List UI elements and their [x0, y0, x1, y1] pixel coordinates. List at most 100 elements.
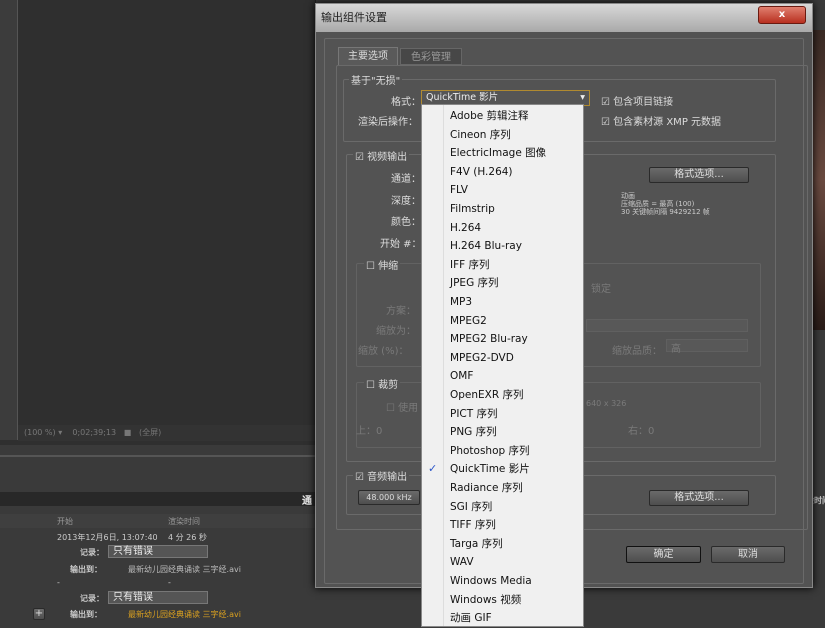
- stretch-percent-label: 缩放 (%)：: [358, 346, 409, 357]
- zoom-select[interactable]: (100 %): [24, 428, 56, 437]
- left-tool-strip: [0, 0, 18, 440]
- menu-item[interactable]: Adobe 剪辑注释: [422, 107, 583, 126]
- menu-item-label: F4V (H.264): [450, 165, 513, 178]
- format-value: QuickTime 影片: [426, 92, 499, 103]
- menu-item-label: IFF 序列: [450, 258, 490, 271]
- use-roi-checkbox[interactable]: ☐ 使用: [386, 399, 418, 414]
- log-select[interactable]: 只有错误: [108, 591, 208, 604]
- stretch-quality-select[interactable]: 高: [666, 339, 748, 355]
- post-render-label: 渲染后操作：: [358, 117, 418, 128]
- log-label: 记录：: [80, 548, 104, 557]
- menu-item[interactable]: MP3: [422, 293, 583, 312]
- menu-item[interactable]: ElectricImage 图像: [422, 144, 583, 163]
- checkbox-label: 使用: [398, 403, 419, 414]
- menu-item[interactable]: H.264: [422, 219, 583, 238]
- timecode[interactable]: 0;02;39;13: [72, 428, 116, 437]
- menu-item-label: Windows 视频: [450, 593, 522, 606]
- tab-color-management[interactable]: 色彩管理: [400, 48, 462, 65]
- lock-checkbox[interactable]: 锁定: [591, 280, 611, 295]
- menu-item[interactable]: Photoshop 序列: [422, 442, 583, 461]
- menu-item[interactable]: JPEG 序列: [422, 274, 583, 293]
- menu-item-label: MPEG2: [450, 314, 487, 327]
- info-line: 30 关键帧间隔 9429212 帧: [621, 208, 710, 216]
- crop-top[interactable]: 上：0: [356, 422, 382, 437]
- menu-item[interactable]: OpenEXR 序列: [422, 386, 583, 405]
- queue-columns: 开始 渲染时间: [0, 514, 316, 528]
- menu-item[interactable]: Windows 视频: [422, 591, 583, 610]
- menu-item-label: Adobe 剪辑注释: [450, 110, 529, 122]
- tab-main-options[interactable]: 主要选项: [338, 47, 398, 65]
- menu-item[interactable]: H.264 Blu-ray: [422, 237, 583, 256]
- menu-item[interactable]: IFF 序列: [422, 256, 583, 275]
- menu-item[interactable]: OMF: [422, 367, 583, 386]
- output-file-link[interactable]: 最新幼儿园经典诵读 三字经.avi: [128, 609, 241, 620]
- menu-item-label: MP3: [450, 296, 473, 308]
- menu-item[interactable]: WAV: [422, 553, 583, 572]
- checkbox-label: 视频输出: [367, 152, 408, 163]
- audio-format-options-button[interactable]: 格式选项...: [649, 490, 749, 506]
- camera-icon[interactable]: ■: [124, 428, 132, 437]
- menu-item[interactable]: Windows Media: [422, 572, 583, 591]
- video-output-checkbox[interactable]: ☑ 视频输出: [353, 148, 410, 163]
- log-select[interactable]: 只有错误: [108, 545, 208, 558]
- col-start[interactable]: 开始: [57, 516, 73, 527]
- menu-item[interactable]: PNG 序列: [422, 423, 583, 442]
- stretch-to-select[interactable]: [586, 319, 748, 332]
- output-label: 输出到：: [70, 565, 102, 574]
- sample-rate-select[interactable]: 48.000 kHz: [358, 490, 420, 505]
- checkbox-label: 包含素材源 XMP 元数据: [613, 117, 722, 128]
- menu-item-label: Photoshop 序列: [450, 444, 530, 457]
- crop-right[interactable]: 右：0: [628, 422, 654, 437]
- menu-item[interactable]: TIFF 序列: [422, 516, 583, 535]
- start-time: 2013年12月6日, 13:07:40: [57, 533, 158, 542]
- menu-item-label: PICT 序列: [450, 407, 498, 420]
- based-on-label: 基于"无损": [349, 72, 403, 87]
- stretch-quality-label: 缩放品质：: [612, 346, 662, 357]
- menu-item[interactable]: MPEG2: [422, 312, 583, 331]
- menu-item-label: PNG 序列: [450, 426, 497, 439]
- view-select[interactable]: (全屏): [139, 428, 161, 437]
- include-xmp-checkbox[interactable]: ☑ 包含素材源 XMP 元数据: [601, 113, 721, 128]
- checkbox-label: 裁剪: [378, 380, 399, 391]
- video-format-options-button[interactable]: 格式选项...: [649, 167, 749, 183]
- menu-item-label: H.264 Blu-ray: [450, 240, 522, 253]
- stretch-checkbox[interactable]: ☐ 伸缩: [364, 257, 401, 272]
- menu-item[interactable]: MPEG2 Blu-ray: [422, 330, 583, 349]
- menu-item-label: Windows Media: [450, 575, 532, 587]
- menu-item[interactable]: FLV: [422, 181, 583, 200]
- checkbox-label: 包含项目链接: [613, 97, 674, 108]
- menu-item-label: Cineon 序列: [450, 128, 511, 141]
- start-time: -: [57, 578, 60, 587]
- info-line: 动画: [621, 192, 635, 200]
- menu-item[interactable]: Radiance 序列: [422, 479, 583, 498]
- menu-item-label: Filmstrip: [450, 203, 495, 215]
- menu-item-label: OpenEXR 序列: [450, 389, 524, 401]
- col-render-time[interactable]: 渲染时间: [168, 516, 200, 527]
- menu-item-label: OMF: [450, 370, 474, 383]
- add-output-button[interactable]: +: [33, 608, 45, 620]
- ok-button[interactable]: 确定: [626, 546, 701, 563]
- info-line: 压缩品质 = 最高 (100): [621, 200, 695, 208]
- menu-item[interactable]: Filmstrip: [422, 200, 583, 219]
- color-label: 颜色：: [391, 217, 421, 228]
- menu-item[interactable]: PICT 序列: [422, 405, 583, 424]
- menu-item[interactable]: ✓ QuickTime 影片: [422, 460, 583, 479]
- close-button[interactable]: x: [758, 6, 806, 24]
- menu-item[interactable]: F4V (H.264): [422, 163, 583, 182]
- composition-viewer: [0, 0, 316, 445]
- output-file-link[interactable]: 最新幼儿园经典诵读 三字经.avi: [128, 564, 241, 575]
- menu-item-label: ElectricImage 图像: [450, 147, 547, 160]
- menu-item-label: TIFF 序列: [450, 519, 496, 532]
- crop-checkbox[interactable]: ☐ 裁剪: [364, 376, 401, 391]
- menu-item[interactable]: Cineon 序列: [422, 126, 583, 145]
- audio-output-checkbox[interactable]: ☑ 音频输出: [353, 468, 410, 483]
- cancel-button[interactable]: 取消: [711, 546, 785, 563]
- menu-item[interactable]: Targa 序列: [422, 535, 583, 554]
- menu-item-label: FLV: [450, 184, 468, 197]
- render-time: -: [168, 578, 171, 587]
- dialog-title: 输出组件设置: [316, 4, 812, 32]
- menu-item[interactable]: 动画 GIF: [422, 609, 583, 628]
- menu-item[interactable]: MPEG2-DVD: [422, 349, 583, 368]
- menu-item[interactable]: SGI 序列: [422, 498, 583, 517]
- include-project-link-checkbox[interactable]: ☑ 包含项目链接: [601, 93, 673, 108]
